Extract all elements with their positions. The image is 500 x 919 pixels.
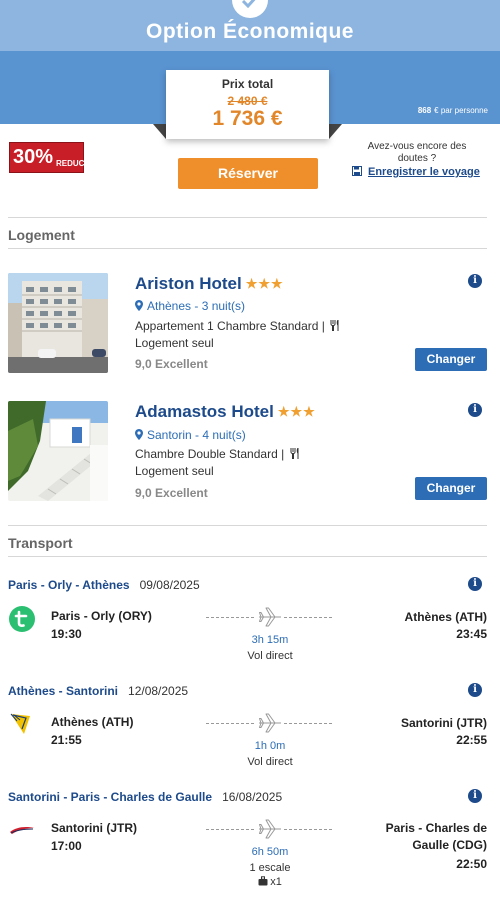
discount-badge: 30% REDUC bbox=[9, 142, 84, 173]
arrival-airport: Athènes (ATH) bbox=[404, 610, 487, 624]
plane-icon bbox=[259, 607, 281, 627]
arrival-time: 22:50 bbox=[456, 857, 487, 871]
board-type: Logement seul bbox=[135, 464, 214, 478]
hotel-name[interactable]: Ariston Hotel ★★★ bbox=[135, 274, 284, 294]
per-person-suffix: € par personne bbox=[434, 106, 488, 115]
hotel-location: Santorin - 4 nuit(s) bbox=[135, 428, 246, 442]
flight-date: 12/08/2025 bbox=[128, 684, 189, 698]
hotel-rating: 9,0 Excellent bbox=[135, 357, 208, 371]
plane-icon bbox=[259, 713, 281, 733]
lodging-section-title: Logement bbox=[8, 227, 75, 243]
baggage-info: x1 bbox=[218, 876, 322, 888]
info-icon[interactable]: i bbox=[468, 274, 482, 288]
divider bbox=[8, 248, 487, 249]
hotel-stars: ★★★ bbox=[245, 276, 284, 291]
info-icon[interactable]: i bbox=[468, 403, 482, 417]
flight-route-name: Santorini - Paris - Charles de Gaulle bbox=[8, 790, 213, 804]
route-line bbox=[284, 829, 332, 830]
british-airways-logo-icon bbox=[10, 827, 34, 834]
hotel-location-text: Santorin - 4 nuit(s) bbox=[147, 428, 246, 442]
plane-icon bbox=[259, 819, 281, 839]
restaurant-icon bbox=[330, 320, 339, 331]
departure-airport: Athènes (ATH) bbox=[51, 715, 134, 729]
original-price: 2 480 € bbox=[227, 94, 268, 108]
flight-route: Athènes - Santorini 12/08/2025 bbox=[8, 684, 188, 698]
total-price-label: Prix total bbox=[221, 77, 274, 91]
flight-duration: 1h 0m bbox=[254, 740, 286, 752]
map-pin-icon bbox=[135, 429, 143, 440]
floppy-disk-icon bbox=[352, 166, 362, 176]
per-person-amount: 868 bbox=[417, 106, 432, 115]
divider bbox=[8, 525, 487, 526]
save-trip-link[interactable]: Enregistrer le voyage bbox=[352, 166, 480, 178]
arrival-time: 22:55 bbox=[456, 733, 487, 747]
flight-date: 09/08/2025 bbox=[139, 578, 200, 592]
discount-tag: REDUC bbox=[56, 159, 85, 168]
info-icon[interactable]: i bbox=[468, 683, 482, 697]
board-type: Logement seul bbox=[135, 336, 214, 350]
hotel-name[interactable]: Adamastos Hotel ★★★ bbox=[135, 402, 316, 422]
hotel-room-details: Appartement 1 Chambre Standard | Logemen… bbox=[135, 318, 340, 352]
hotel-photo-adamastos[interactable] bbox=[8, 401, 108, 501]
transport-section-title: Transport bbox=[8, 535, 73, 551]
departure-airport: Paris - Orly (ORY) bbox=[51, 609, 152, 623]
transavia-logo-icon bbox=[9, 606, 35, 632]
route-line bbox=[284, 617, 332, 618]
discounted-price: 1 736 € bbox=[212, 107, 283, 130]
departure-time: 21:55 bbox=[51, 733, 82, 747]
info-icon[interactable]: i bbox=[468, 789, 482, 803]
flight-stops: 1 escale bbox=[249, 862, 291, 874]
restaurant-icon bbox=[290, 448, 299, 459]
price-per-person: 868 € par personne bbox=[418, 106, 488, 115]
flight-route: Santorini - Paris - Charles de Gaulle 16/… bbox=[8, 790, 282, 804]
room-type: Chambre Double Standard | bbox=[135, 447, 285, 461]
price-box-fold-left bbox=[153, 124, 166, 139]
ryanair-logo-icon bbox=[10, 713, 30, 734]
departure-time: 19:30 bbox=[51, 627, 82, 641]
hotel-name-text: Ariston Hotel bbox=[135, 274, 242, 293]
info-icon[interactable]: i bbox=[468, 577, 482, 591]
flight-route: Paris - Orly - Athènes 09/08/2025 bbox=[8, 578, 200, 592]
route-line bbox=[206, 723, 254, 724]
hotel-rating: 9,0 Excellent bbox=[135, 486, 208, 500]
route-line bbox=[284, 723, 332, 724]
suitcase-icon bbox=[258, 876, 268, 886]
departure-airport: Santorini (JTR) bbox=[51, 821, 137, 835]
departure-time: 17:00 bbox=[51, 839, 82, 853]
flight-route-name: Paris - Orly - Athènes bbox=[8, 578, 130, 592]
hotel-name-text: Adamastos Hotel bbox=[135, 402, 274, 421]
hotel-photo-ariston[interactable] bbox=[8, 273, 108, 373]
reserve-button[interactable]: Réserver bbox=[178, 158, 318, 189]
flight-stops: Vol direct bbox=[247, 650, 293, 662]
baggage-count: x1 bbox=[270, 876, 282, 888]
route-line bbox=[206, 617, 254, 618]
hotel-stars: ★★★ bbox=[277, 404, 316, 419]
arrival-airport: Santorini (JTR) bbox=[401, 716, 487, 730]
option-title: Option Économique bbox=[146, 20, 354, 43]
flight-duration: 3h 15m bbox=[251, 634, 289, 646]
divider bbox=[8, 217, 487, 218]
divider bbox=[8, 556, 487, 557]
price-box-fold-right bbox=[329, 124, 342, 139]
map-pin-icon bbox=[135, 300, 143, 311]
room-type: Appartement 1 Chambre Standard | bbox=[135, 319, 325, 333]
flight-duration: 6h 50m bbox=[251, 846, 289, 858]
arrival-time: 23:45 bbox=[456, 627, 487, 641]
change-hotel-button[interactable]: Changer bbox=[415, 477, 487, 500]
flight-date: 16/08/2025 bbox=[222, 790, 283, 804]
route-line bbox=[206, 829, 254, 830]
flight-route-name: Athènes - Santorini bbox=[8, 684, 119, 698]
save-trip-label: Enregistrer le voyage bbox=[368, 166, 480, 178]
change-hotel-button[interactable]: Changer bbox=[415, 348, 487, 371]
total-price-box: Prix total 2 480 € 1 736 € bbox=[166, 70, 329, 139]
hotel-location-text: Athènes - 3 nuit(s) bbox=[147, 299, 246, 313]
discount-percent: 30% bbox=[13, 146, 54, 168]
hotel-location: Athènes - 3 nuit(s) bbox=[135, 299, 245, 313]
flight-stops: Vol direct bbox=[247, 756, 293, 768]
hotel-room-details: Chambre Double Standard | Logement seul bbox=[135, 446, 300, 480]
doubts-text: Avez-vous encore des doutes ? bbox=[367, 141, 467, 164]
arrival-airport: Paris - Charles de Gaulle (CDG) bbox=[385, 821, 487, 852]
